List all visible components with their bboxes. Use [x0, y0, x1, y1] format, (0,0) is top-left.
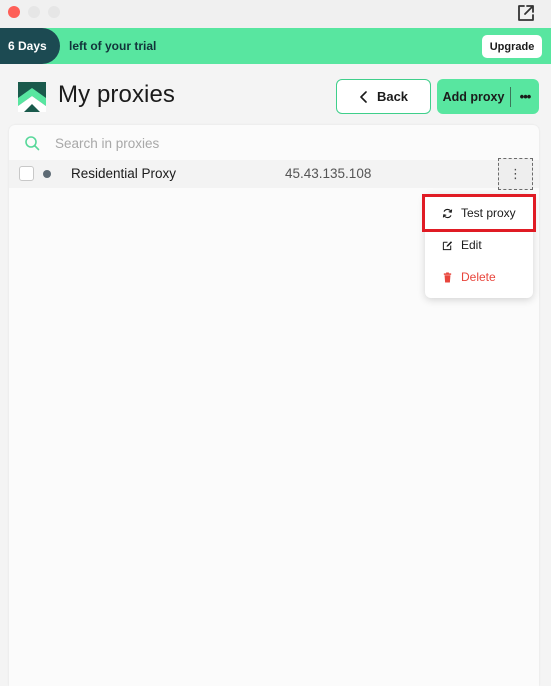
window-titlebar	[0, 0, 551, 28]
add-proxy-button-group: Add proxy •••	[437, 79, 539, 114]
menu-item-label: Delete	[461, 270, 496, 284]
refresh-icon	[442, 208, 453, 218]
proxy-context-menu: Test proxy Edit Delete	[425, 194, 533, 298]
edit-icon	[442, 240, 453, 250]
trial-days-badge: 6 Days	[0, 28, 60, 64]
add-proxy-more-button[interactable]: •••	[511, 89, 539, 104]
menu-item-edit[interactable]: Edit	[425, 230, 533, 260]
app-logo-icon	[18, 82, 46, 112]
menu-item-test-proxy[interactable]: Test proxy	[425, 198, 533, 228]
close-window-button[interactable]	[8, 6, 20, 18]
proxy-ip: 45.43.135.108	[285, 166, 372, 181]
maximize-window-button[interactable]	[48, 6, 60, 18]
back-button[interactable]: Back	[336, 79, 431, 114]
menu-item-delete[interactable]: Delete	[425, 262, 533, 292]
row-checkbox[interactable]	[19, 166, 34, 181]
button-divider	[510, 86, 511, 107]
add-proxy-button[interactable]: Add proxy	[437, 90, 510, 104]
search-input[interactable]	[55, 133, 455, 153]
status-dot	[43, 170, 51, 178]
back-button-label: Back	[376, 89, 409, 104]
trial-banner-text: left of your trial	[69, 39, 157, 53]
row-menu-button[interactable]: ⋮	[498, 158, 533, 190]
proxy-name: Residential Proxy	[71, 166, 177, 181]
trash-icon	[443, 271, 452, 283]
menu-item-label: Edit	[461, 238, 482, 252]
external-link-icon[interactable]	[515, 2, 537, 24]
table-row[interactable]: Residential Proxy 45.43.135.108 ⋮	[9, 158, 539, 190]
menu-item-label: Test proxy	[461, 206, 516, 220]
trial-banner: 6 Days left of your trial Upgrade	[0, 28, 551, 64]
chevron-left-icon	[360, 90, 367, 103]
minimize-window-button[interactable]	[28, 6, 40, 18]
search-icon	[25, 136, 40, 151]
upgrade-button[interactable]: Upgrade	[482, 35, 542, 58]
page-title: My proxies	[58, 81, 176, 108]
